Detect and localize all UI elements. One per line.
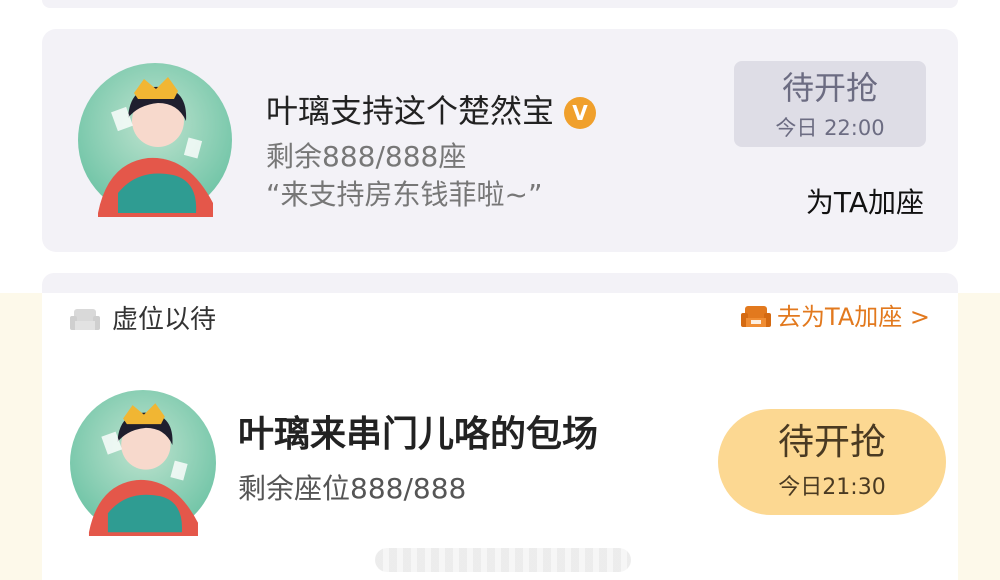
verified-v-icon: V bbox=[564, 97, 597, 129]
button-time: 今日 22:00 bbox=[775, 116, 885, 141]
support-card[interactable]: 叶璃支持这个楚然宝 V 剩余888/888座 “来支持房东钱菲啦~” 待开抢 今日… bbox=[42, 29, 958, 252]
booking-card[interactable]: 虚位以待 去为TA加座 > 叶璃来串门儿咯的包场 剩余座位888/888 待开抢… bbox=[42, 293, 958, 580]
previous-card-edge bbox=[42, 0, 958, 8]
wait-grab-button[interactable]: 待开抢 今日 22:00 bbox=[734, 61, 926, 147]
sofa-icon bbox=[741, 306, 772, 328]
card-title: 叶璃来串门儿咯的包场 bbox=[238, 414, 599, 455]
button-time: 今日21:30 bbox=[778, 474, 886, 500]
button-label: 待开抢 bbox=[777, 422, 886, 463]
wait-grab-button[interactable]: 待开抢 今日21:30 bbox=[718, 409, 946, 515]
sofa-icon bbox=[70, 309, 100, 330]
go-add-seat-link[interactable]: 去为TA加座 > bbox=[741, 303, 930, 332]
remaining-seats: 剩余888/888座 bbox=[266, 140, 467, 173]
quote-text: “来支持房东钱菲啦~” bbox=[266, 178, 543, 211]
go-add-label: 去为TA加座 > bbox=[777, 303, 930, 331]
avatar bbox=[78, 63, 232, 217]
card-title: 叶璃支持这个楚然宝 V bbox=[266, 95, 597, 129]
add-seat-link[interactable]: 为TA加座 bbox=[806, 181, 924, 221]
button-label: 待开抢 bbox=[781, 69, 878, 107]
remaining-seats: 剩余座位888/888 bbox=[238, 472, 467, 505]
next-card-top bbox=[42, 273, 958, 293]
blurred-watermark bbox=[375, 548, 631, 572]
vacant-label: 虚位以待 bbox=[112, 305, 217, 335]
avatar bbox=[70, 390, 216, 536]
